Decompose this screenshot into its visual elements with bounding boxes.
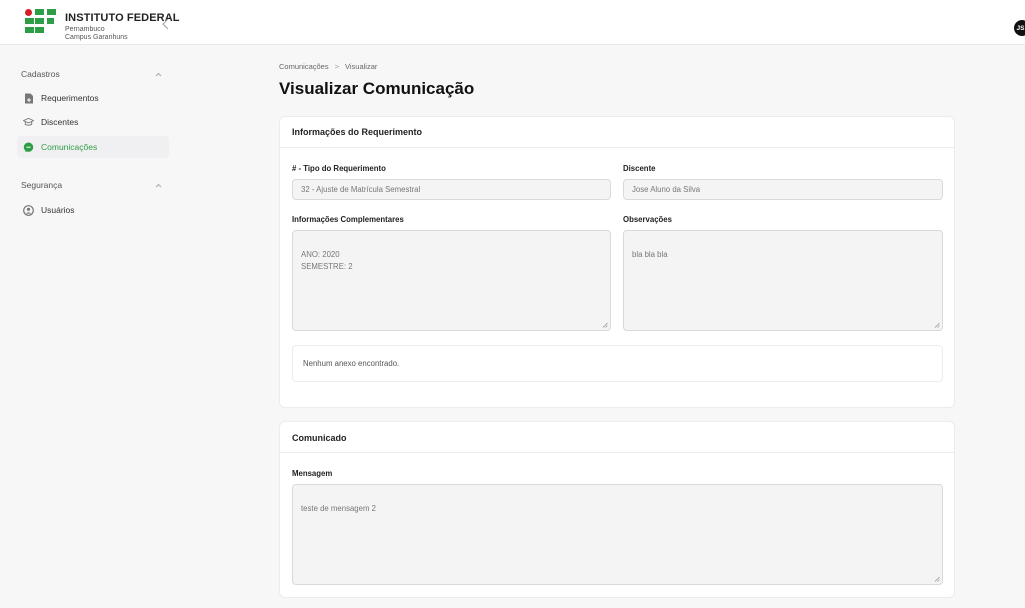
observacoes-label: Observações	[623, 215, 672, 224]
sidebar: Cadastros Requerimentos Discentes Comuni…	[0, 45, 179, 608]
logo-red-dot	[25, 9, 32, 16]
sidebar-item-label: Requerimentos	[41, 93, 99, 103]
user-avatar[interactable]: JS	[1014, 20, 1025, 36]
sidebar-item-label: Usuários	[41, 205, 75, 215]
chevron-up-icon[interactable]	[154, 70, 163, 79]
observacoes-text: bla bla bla	[632, 250, 668, 259]
tipo-requerimento-field[interactable]: 32 - Ajuste de Matrícula Semestral	[292, 179, 611, 200]
user-circle-icon	[23, 204, 34, 216]
breadcrumb: Comunicações > Visualizar	[279, 62, 377, 71]
sidebar-item-requerimentos[interactable]: Requerimentos	[17, 87, 169, 109]
chevron-up-icon[interactable]	[154, 181, 163, 190]
resize-grip-icon[interactable]	[934, 322, 940, 328]
breadcrumb-current: Visualizar	[345, 62, 378, 71]
brand-campus: Campus Garanhuns	[65, 34, 128, 41]
resize-grip-icon[interactable]	[602, 322, 608, 328]
card-title: Comunicado	[292, 433, 347, 443]
mensagem-textarea[interactable]: teste de mensagem 2	[292, 484, 943, 585]
collapse-sidebar-icon[interactable]	[161, 18, 171, 30]
top-header: INSTITUTO FEDERAL Pernambuco Campus Gara…	[0, 0, 1025, 45]
discente-field[interactable]: Jose Aluno da Silva	[623, 179, 943, 200]
sidebar-item-discentes[interactable]: Discentes	[17, 111, 169, 133]
mensagem-label: Mensagem	[292, 469, 333, 478]
section-title-cadastros[interactable]: Cadastros	[21, 69, 60, 79]
sidebar-item-usuarios[interactable]: Usuários	[17, 199, 169, 221]
card-title: Informações do Requerimento	[292, 127, 423, 137]
comunicado-card: Comunicado Mensagem teste de mensagem 2	[279, 421, 955, 598]
info-complementares-text: ANO: 2020 SEMESTRE: 2	[301, 250, 353, 271]
anexos-box: Nenhum anexo encontrado.	[292, 345, 943, 382]
section-title-seguranca[interactable]: Segurança	[21, 180, 62, 190]
resize-grip-icon[interactable]	[934, 576, 940, 582]
info-complementares-textarea[interactable]: ANO: 2020 SEMESTRE: 2	[292, 230, 611, 331]
requerimento-card: Informações do Requerimento # - Tipo do …	[279, 116, 955, 408]
sidebar-item-comunicacoes[interactable]: Comunicações	[17, 136, 169, 158]
page-title: Visualizar Comunicação	[279, 79, 475, 98]
card-header: Comunicado	[280, 422, 954, 453]
discente-label: Discente	[623, 164, 656, 173]
breadcrumb-separator: >	[334, 62, 339, 71]
graduation-cap-icon	[23, 117, 34, 128]
chat-bubble-icon	[23, 142, 34, 153]
info-complementares-label: Informações Complementares	[292, 215, 404, 224]
breadcrumb-parent-link[interactable]: Comunicações	[279, 62, 329, 71]
document-icon	[23, 93, 34, 104]
mensagem-text: teste de mensagem 2	[301, 504, 376, 513]
sidebar-item-label: Discentes	[41, 117, 79, 127]
card-header: Informações do Requerimento	[280, 117, 954, 148]
observacoes-textarea[interactable]: bla bla bla	[623, 230, 943, 331]
tipo-label: # - Tipo do Requerimento	[292, 164, 386, 173]
sidebar-item-label: Comunicações	[41, 142, 98, 152]
institution-logo[interactable]	[23, 9, 57, 37]
anexos-empty-text: Nenhum anexo encontrado.	[303, 359, 400, 368]
